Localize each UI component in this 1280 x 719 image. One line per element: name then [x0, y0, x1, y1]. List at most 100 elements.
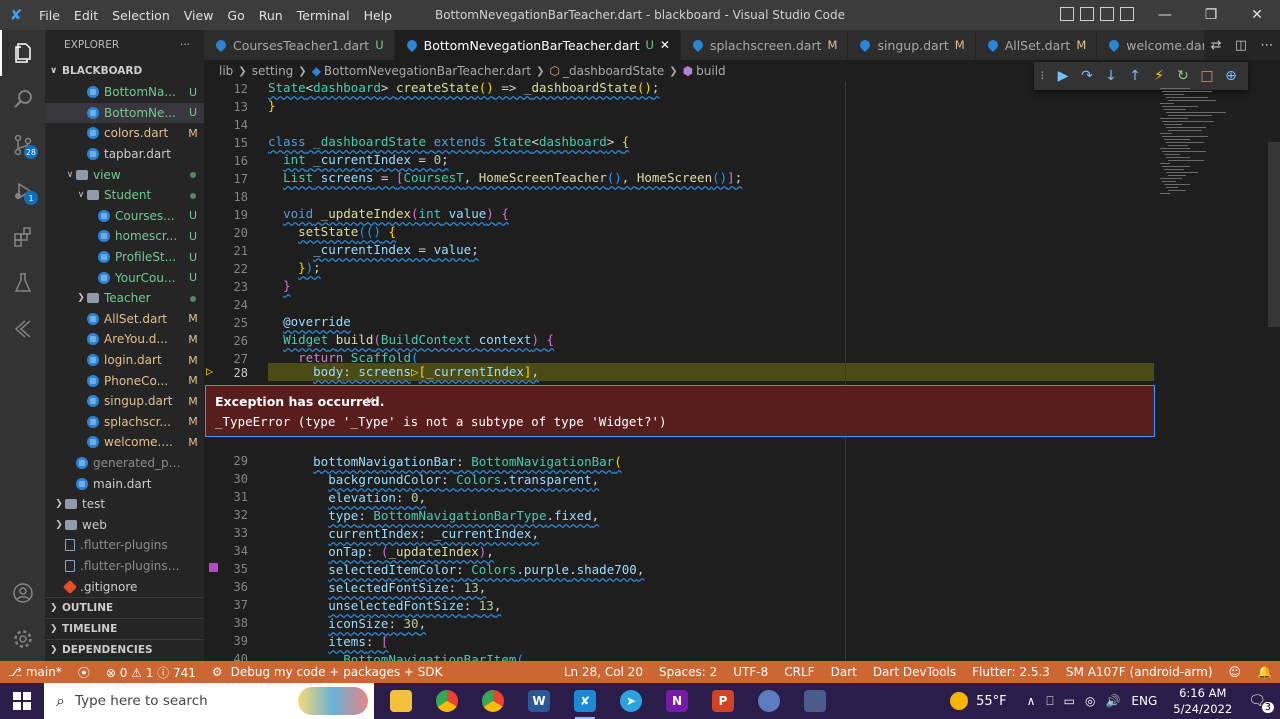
tree-item[interactable]: homescr... U: [45, 226, 204, 247]
explorer-more-actions-icon[interactable]: ···: [180, 39, 190, 51]
tree-item[interactable]: ∨ Student: [45, 185, 204, 206]
breadcrumb-class[interactable]: _dashboardState: [563, 64, 664, 78]
remote-explorer-icon[interactable]: [0, 306, 45, 352]
toggle-sidebar-icon[interactable]: [1060, 7, 1074, 21]
tree-item[interactable]: .gitignore: [45, 576, 204, 597]
breadcrumb-method[interactable]: build: [696, 64, 726, 78]
chrome-app-icon[interactable]: [424, 683, 470, 719]
toggle-secondary-sidebar-icon[interactable]: [1100, 7, 1114, 21]
source-control-icon[interactable]: 28: [0, 122, 45, 168]
step-over-icon[interactable]: ↷: [1078, 68, 1096, 84]
dart-devtools[interactable]: Dart DevTools: [865, 665, 964, 679]
editor-tab[interactable]: AllSet.dart M: [975, 30, 1098, 60]
tree-item[interactable]: ∨ view: [45, 164, 204, 185]
settings-gear-icon[interactable]: [0, 616, 45, 662]
menu-terminal[interactable]: Terminal: [290, 8, 357, 23]
sync-icon[interactable]: ⦿: [70, 664, 98, 681]
encoding[interactable]: UTF-8: [725, 665, 776, 679]
restart-icon[interactable]: ↻: [1174, 68, 1192, 84]
split-editor-icon[interactable]: ◫: [1235, 38, 1247, 53]
close-icon[interactable]: ✕: [365, 394, 375, 408]
telegram-app-icon[interactable]: ➤: [608, 683, 654, 719]
language-mode[interactable]: Dart: [823, 665, 865, 679]
onenote-app-icon[interactable]: N: [654, 683, 700, 719]
tree-item[interactable]: ❯ web: [45, 515, 204, 536]
testing-flask-icon[interactable]: [0, 260, 45, 306]
flutter-version[interactable]: Flutter: 2.5.3: [964, 665, 1058, 679]
continue-icon[interactable]: ▶: [1054, 68, 1072, 84]
close-tab-icon[interactable]: ✕: [660, 38, 670, 52]
editor-tab[interactable]: splachscreen.dart M: [680, 30, 849, 60]
menu-file[interactable]: File: [32, 8, 67, 23]
line-endings[interactable]: CRLF: [776, 665, 822, 679]
clock[interactable]: 6:16 AM 5/24/2022: [1173, 685, 1232, 717]
customize-layout-icon[interactable]: [1120, 7, 1134, 21]
outline-section[interactable]: ❯ OUTLINE: [45, 597, 204, 618]
tree-item[interactable]: AllSet.dart M: [45, 309, 204, 330]
feedback-icon[interactable]: ☺: [1221, 665, 1250, 679]
taskbar-search-box[interactable]: ⌕ Type here to search: [44, 683, 374, 719]
stop-icon[interactable]: □: [1198, 68, 1216, 84]
timeline-section[interactable]: ❯ TIMELINE: [45, 618, 204, 639]
extensions-icon[interactable]: [0, 214, 45, 260]
minimize-button[interactable]: —: [1142, 0, 1188, 30]
drag-handle-icon[interactable]: ⠇: [1040, 70, 1048, 83]
editor-tab[interactable]: CoursesTeacher1.dart U: [204, 30, 395, 60]
tree-item[interactable]: singup.dart M: [45, 391, 204, 412]
tree-item[interactable]: login.dart M: [45, 350, 204, 371]
search-icon[interactable]: [0, 76, 45, 122]
file-explorer-app-icon[interactable]: [378, 683, 424, 719]
workspace-root[interactable]: ∨ BLACKBOARD: [45, 60, 204, 82]
dependencies-section[interactable]: ❯ DEPENDENCIES: [45, 639, 204, 660]
tree-item[interactable]: BottomNe... U: [45, 102, 204, 124]
network-icon[interactable]: ◎: [1085, 694, 1095, 708]
problems-indicator[interactable]: ⊗ 0 ⚠ 1 ⓘ 741: [98, 664, 204, 681]
tree-item[interactable]: welcome.... M: [45, 432, 204, 453]
step-out-icon[interactable]: ↑: [1126, 68, 1144, 84]
tree-item[interactable]: PhoneCo... M: [45, 370, 204, 391]
accounts-icon[interactable]: [0, 570, 45, 616]
breadcrumb-lib[interactable]: lib: [219, 64, 233, 78]
code-editor[interactable]: 12 13 14 15 16 17 18 19 20 21 22 23 24 25 26 27 28 29 30 31…: [204, 82, 1280, 661]
toggle-panel-icon[interactable]: [1080, 7, 1094, 21]
weather-widget[interactable]: 55°F: [950, 692, 1007, 710]
tree-item[interactable]: ❯ test: [45, 494, 204, 515]
vscode-app-icon[interactable]: ✘: [562, 683, 608, 719]
word-app-icon[interactable]: W: [516, 683, 562, 719]
tree-item[interactable]: .flutter-plugins-de...: [45, 556, 204, 577]
editor-scrollbar[interactable]: [1268, 82, 1280, 661]
git-branch[interactable]: ⎇ main*: [0, 665, 70, 679]
tree-item[interactable]: main.dart: [45, 473, 204, 494]
breadcrumb-file[interactable]: BottomNevegationBarTeacher.dart: [324, 64, 531, 78]
notifications-bell-icon[interactable]: 🔔: [1249, 665, 1280, 679]
editor-tab[interactable]: singup.dart M: [848, 30, 976, 60]
pdf-reader-app-icon[interactable]: P: [700, 683, 746, 719]
editor-tab[interactable]: BottomNevegationBarTeacher.dart U ✕: [394, 30, 681, 60]
tray-expand-icon[interactable]: ∧: [1027, 694, 1036, 708]
device-selector[interactable]: SM A107F (android-arm): [1058, 665, 1221, 679]
tree-item[interactable]: ❯ Teacher: [45, 288, 204, 309]
restore-button[interactable]: ❐: [1188, 0, 1234, 30]
menu-selection[interactable]: Selection: [105, 8, 177, 23]
compare-icon[interactable]: ⇄: [1211, 38, 1222, 53]
tree-item[interactable]: .flutter-plugins: [45, 535, 204, 556]
store-app-icon[interactable]: [792, 683, 838, 719]
menu-help[interactable]: Help: [357, 8, 400, 23]
hot-reload-icon[interactable]: ⚡: [1150, 68, 1168, 84]
step-into-icon[interactable]: ↓: [1102, 68, 1120, 84]
notification-center[interactable]: 🗨 3: [1248, 693, 1274, 713]
breadcrumb-setting[interactable]: setting: [252, 64, 294, 78]
menu-go[interactable]: Go: [220, 8, 251, 23]
chrome-profile-app-icon[interactable]: [470, 683, 516, 719]
cursor-position[interactable]: Ln 28, Col 20: [556, 665, 651, 679]
explorer-icon[interactable]: [0, 30, 45, 76]
run-debug-icon[interactable]: 1: [0, 168, 45, 214]
debug-config[interactable]: ⚙ Debug my code + packages + SDK: [204, 665, 451, 679]
indentation[interactable]: Spaces: 2: [651, 665, 725, 679]
menu-view[interactable]: View: [177, 8, 221, 23]
tree-item[interactable]: generated_plugi...: [45, 453, 204, 474]
menu-run[interactable]: Run: [252, 8, 290, 23]
minimap[interactable]: [1160, 88, 1268, 208]
volume-icon[interactable]: 🔊: [1105, 694, 1120, 708]
inspect-widget-icon[interactable]: ⊕: [1222, 68, 1240, 84]
